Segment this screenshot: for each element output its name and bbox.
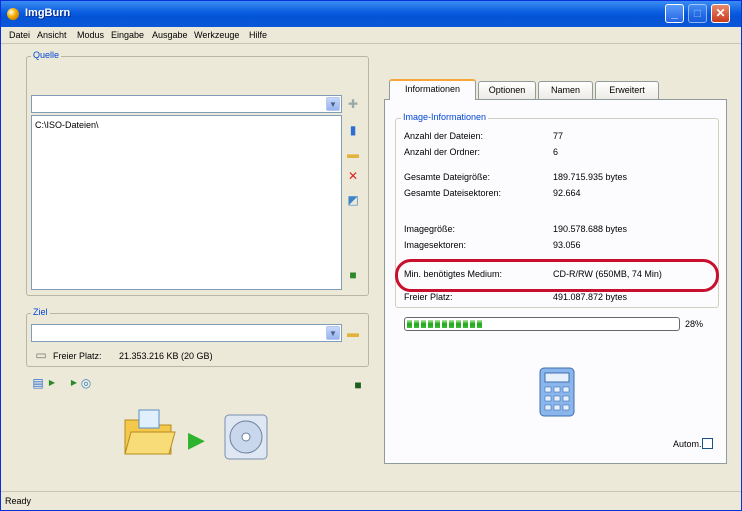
menu-ausgabe[interactable]: Ausgabe [152, 30, 188, 40]
menu-bar: Datei Ansicht Modus Eingabe Ausgabe Werk… [1, 27, 741, 44]
maximize-button[interactable]: □ [688, 4, 707, 23]
free-space-label: Freier Platz: [53, 351, 102, 361]
total-file-size-value: 189.715.935 bytes [553, 172, 628, 182]
cd-disc-icon[interactable] [223, 413, 269, 463]
remove-icon[interactable]: ✕ [346, 169, 360, 183]
target-browse-folder-icon[interactable]: ▬ [346, 326, 360, 340]
progress-segment [477, 320, 482, 328]
progress-segment [428, 320, 433, 328]
free-space-info-value: 491.087.872 bytes [553, 292, 628, 302]
target-combo[interactable]: ▼ [31, 324, 342, 342]
tab-erweitert[interactable]: Erweitert [595, 81, 659, 99]
file-count-value: 77 [553, 131, 564, 141]
imgburn-logo-icon [7, 8, 19, 20]
file-count-label: Anzahl der Dateien: [404, 131, 484, 141]
progress-segment [421, 320, 426, 328]
progress-segment [442, 320, 447, 328]
total-file-sectors-label: Gesamte Dateisektoren: [404, 188, 502, 198]
log-window-icon[interactable]: ▤ [31, 376, 45, 390]
menu-hilfe[interactable]: Hilfe [249, 30, 267, 40]
progress-segment [456, 320, 461, 328]
image-sectors-value: 93.056 [553, 240, 581, 250]
source-file-list[interactable]: C:\ISO-Dateien\ [31, 115, 342, 290]
status-text: Ready [5, 496, 32, 506]
progress-segment [414, 320, 419, 328]
medium-highlight-annotation [395, 259, 719, 292]
menu-datei[interactable]: Datei [9, 30, 30, 40]
progress-segment [435, 320, 440, 328]
tab-optionen[interactable]: Optionen [478, 81, 536, 99]
source-combo[interactable]: ▼ [31, 95, 342, 113]
title-bar[interactable]: ImgBurn _ □ ✕ [1, 1, 741, 27]
progress-segment [449, 320, 454, 328]
progress-segment [407, 320, 412, 328]
total-file-size-label: Gesamte Dateigröße: [404, 172, 491, 182]
calculate-icon[interactable]: ◩ [346, 193, 360, 207]
status-bar: Ready [1, 491, 741, 510]
tab-informationen[interactable]: Informationen [389, 79, 476, 100]
image-size-label: Imagegröße: [404, 224, 456, 234]
build-play-icon[interactable]: ▶ [188, 429, 205, 451]
image-size-value: 190.578.688 bytes [553, 224, 628, 234]
total-file-sectors-value: 92.664 [553, 188, 581, 198]
source-list-item[interactable]: C:\ISO-Dateien\ [35, 120, 99, 130]
device-status-icon: ■ [354, 378, 362, 392]
minimize-button[interactable]: _ [665, 4, 684, 23]
advanced-input-icon[interactable]: ■ [346, 268, 360, 282]
progress-segment [463, 320, 468, 328]
source-label: Quelle [31, 50, 62, 60]
menu-ansicht[interactable]: Ansicht [37, 30, 67, 40]
tab-namen[interactable]: Namen [538, 81, 593, 99]
close-button[interactable]: ✕ [711, 4, 730, 23]
window-title: ImgBurn [25, 7, 71, 19]
menu-modus[interactable]: Modus [77, 30, 104, 40]
image-info-label: Image-Informationen [401, 112, 489, 122]
browse-folder-icon[interactable]: ▬ [346, 147, 360, 161]
app-window: ImgBurn _ □ ✕ Datei Ansicht Modus Eingab… [0, 0, 742, 511]
disc-queue-icon[interactable]: ◎ [79, 376, 93, 390]
image-sectors-label: Imagesektoren: [404, 240, 467, 250]
expand-arrow-icon[interactable]: ▶ [45, 376, 59, 390]
folder-count-value: 6 [553, 147, 559, 157]
folder-count-label: Anzahl der Ordner: [404, 147, 481, 157]
free-space-value: 21.353.216 KB (20 GB) [119, 351, 213, 361]
menu-werkzeuge[interactable]: Werkzeuge [194, 30, 239, 40]
browse-file-icon[interactable]: ▮ [346, 123, 360, 137]
calculator-icon[interactable] [538, 366, 576, 420]
target-label: Ziel [31, 307, 50, 317]
menu-eingabe[interactable]: Eingabe [111, 30, 144, 40]
capacity-progress-percent: 28% [685, 319, 704, 329]
source-dropdown-arrow-icon[interactable]: ▼ [326, 97, 340, 111]
free-space-info-label: Freier Platz: [404, 292, 453, 302]
progress-segment [470, 320, 475, 328]
add-file-icon[interactable]: ✚ [346, 97, 360, 111]
capacity-progress-bar [404, 317, 680, 331]
autorun-label: Autom. [673, 439, 702, 449]
hard-drive-icon: ▭ [35, 348, 47, 362]
target-dropdown-arrow-icon[interactable]: ▼ [326, 326, 340, 340]
autorun-checkbox[interactable] [702, 438, 713, 449]
folder-to-disc-icon[interactable] [121, 406, 177, 460]
